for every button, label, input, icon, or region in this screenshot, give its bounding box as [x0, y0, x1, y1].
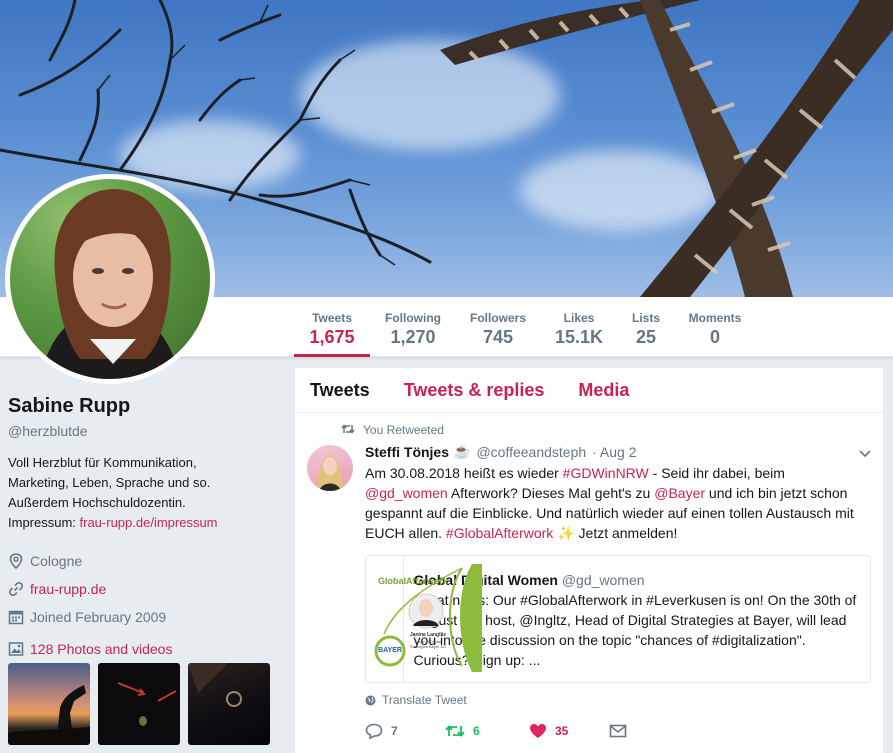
nav-tweets-count: 1,675: [309, 327, 355, 347]
profile-website[interactable]: frau-rupp.de: [30, 581, 106, 597]
joined-row: Joined February 2009: [8, 603, 278, 631]
retweet-icon: [445, 723, 465, 739]
quoted-tweet-card[interactable]: GlobalAfterwork Janine Langlitz Head of …: [365, 555, 871, 683]
like-count: 35: [555, 724, 569, 738]
link-icon: [8, 581, 24, 597]
media-thumbnail[interactable]: [188, 663, 270, 745]
card-image-person: Janine Langlitz: [409, 632, 447, 638]
bio-line: Marketing, Leben, Sprache und so.: [8, 475, 211, 490]
translate-tweet-label: Translate Tweet: [382, 693, 467, 707]
calendar-icon: [8, 609, 24, 625]
nav-lists[interactable]: Lists 25: [628, 297, 664, 357]
retweet-context-text: You Retweeted: [363, 423, 444, 437]
nav-followers[interactable]: Followers 745: [466, 297, 530, 357]
nav-lists-count: 25: [635, 327, 657, 347]
tweet-header: Steffi Tönjes ☕ @coffeeandsteph · Aug 2: [365, 443, 871, 460]
tab-tweets[interactable]: Tweets: [310, 380, 370, 401]
tweet-text: Am 30.08.2018 heißt es wieder #GDWinNRW …: [365, 463, 871, 543]
quoted-author-handle: @gd_women: [561, 572, 645, 588]
nav-moments[interactable]: Moments 0: [686, 297, 744, 357]
mention-gd-women[interactable]: @gd_women: [365, 485, 448, 501]
avatar-photo: [10, 179, 210, 379]
card-image-title: GlobalAfterwork: [378, 576, 449, 586]
mention-bayer[interactable]: @Bayer: [654, 485, 705, 501]
bayer-logo: BAYER: [378, 647, 402, 654]
retweet-button[interactable]: 6: [445, 723, 525, 739]
profile-bio: Voll Herzblut für Kommunikation, Marketi…: [8, 453, 278, 533]
location-row: Cologne: [8, 547, 278, 575]
nav-likes-label: Likes: [563, 311, 595, 325]
reply-icon: [365, 723, 383, 739]
impressum-link[interactable]: frau-rupp.de/impressum: [80, 515, 218, 530]
website-row: frau-rupp.de: [8, 575, 278, 603]
translate-tweet[interactable]: Translate Tweet: [365, 693, 871, 707]
nav-lists-label: Lists: [631, 311, 660, 325]
media-thumbnails: [8, 663, 278, 745]
profile-handle[interactable]: @herzblutde: [8, 423, 278, 439]
tab-tweets-replies[interactable]: Tweets & replies: [404, 380, 545, 401]
profile-joined: Joined February 2009: [30, 609, 167, 625]
media-thumbnail[interactable]: [98, 663, 180, 745]
nav-tweets[interactable]: Tweets 1,675: [294, 297, 370, 357]
nav-followers-count: 745: [482, 327, 514, 347]
tweet-actions: 7 6 35: [365, 723, 871, 739]
bio-impressum: Impressum: frau-rupp.de/impressum: [8, 513, 278, 533]
timeline-tabs: Tweets Tweets & replies Media: [295, 368, 883, 413]
profile-sidebar: Sabine Rupp @herzblutde Voll Herzblut fü…: [8, 395, 278, 745]
location-pin-icon: [8, 553, 24, 569]
tab-media[interactable]: Media: [578, 380, 629, 401]
quoted-tweet-image: GlobalAfterwork Janine Langlitz Head of …: [366, 556, 482, 682]
nav-likes[interactable]: Likes 15.1K: [552, 297, 606, 357]
photo-icon: [8, 641, 24, 657]
reply-button[interactable]: 7: [365, 723, 445, 739]
like-button[interactable]: 35: [529, 723, 609, 739]
bio-line: Außerdem Hochschuldozentin.: [8, 495, 186, 510]
nav-following-label: Following: [385, 311, 441, 325]
hashtag-gdwinnrw[interactable]: #GDWinNRW: [563, 465, 649, 481]
tweet-author-name[interactable]: Steffi Tönjes: [365, 444, 449, 460]
photos-videos-link[interactable]: 128 Photos and videos: [30, 641, 172, 657]
envelope-icon: [609, 724, 627, 738]
nav-likes-count: 15.1K: [554, 327, 604, 347]
tweet-text-part: Afterwork? Dieses Mal geht's zu: [447, 485, 655, 501]
nav-tweets-label: Tweets: [312, 311, 352, 325]
media-thumbnail[interactable]: [8, 663, 90, 745]
tweet[interactable]: You Retweeted Steffi Tönjes ☕ @coffeeand…: [295, 413, 883, 739]
tweet-author-handle[interactable]: @coffeeandsteph: [476, 444, 586, 460]
reply-count: 7: [391, 724, 398, 738]
timeline: Tweets Tweets & replies Media You Retwee…: [295, 368, 883, 753]
nav-moments-count: 0: [709, 327, 720, 347]
direct-message-button[interactable]: [609, 724, 689, 738]
tweet-text-part: Am 30.08.2018 heißt es wieder: [365, 465, 563, 481]
nav-moments-label: Moments: [688, 311, 742, 325]
profile-avatar[interactable]: [5, 174, 215, 384]
tweet-more-chevron-icon[interactable]: [859, 447, 871, 461]
hashtag-globalafterwork[interactable]: #GlobalAfterwork: [446, 525, 553, 541]
profile-location: Cologne: [30, 553, 83, 569]
nav-following[interactable]: Following 1,270: [380, 297, 446, 357]
tweet-author-avatar[interactable]: [307, 445, 353, 491]
tweet-date[interactable]: · Aug 2: [592, 444, 636, 460]
bio-impressum-label: Impressum:: [8, 515, 80, 530]
heart-icon: [529, 723, 547, 739]
retweet-context: You Retweeted: [341, 423, 871, 437]
retweet-small-icon: [341, 423, 355, 438]
coffee-emoji-icon: ☕: [453, 443, 471, 459]
bio-line: Voll Herzblut für Kommunikation,: [8, 455, 197, 470]
profile-meta: Cologne frau-rupp.de Joined February 200…: [8, 547, 278, 631]
tweet-text-part: Jetzt anmelden!: [574, 525, 678, 541]
card-image-role: Head of Digital Strategies Bayer AG: [409, 639, 447, 649]
profile-name[interactable]: Sabine Rupp: [8, 395, 278, 418]
photos-row: 128 Photos and videos: [8, 641, 278, 657]
retweet-count: 6: [473, 724, 480, 738]
tweet-text-part: - Seid ihr dabei, beim: [648, 465, 785, 481]
nav-following-count: 1,270: [390, 327, 436, 347]
nav-followers-label: Followers: [469, 311, 526, 325]
sparkles-emoji-icon: ✨: [557, 525, 575, 541]
globe-icon: [365, 695, 376, 706]
